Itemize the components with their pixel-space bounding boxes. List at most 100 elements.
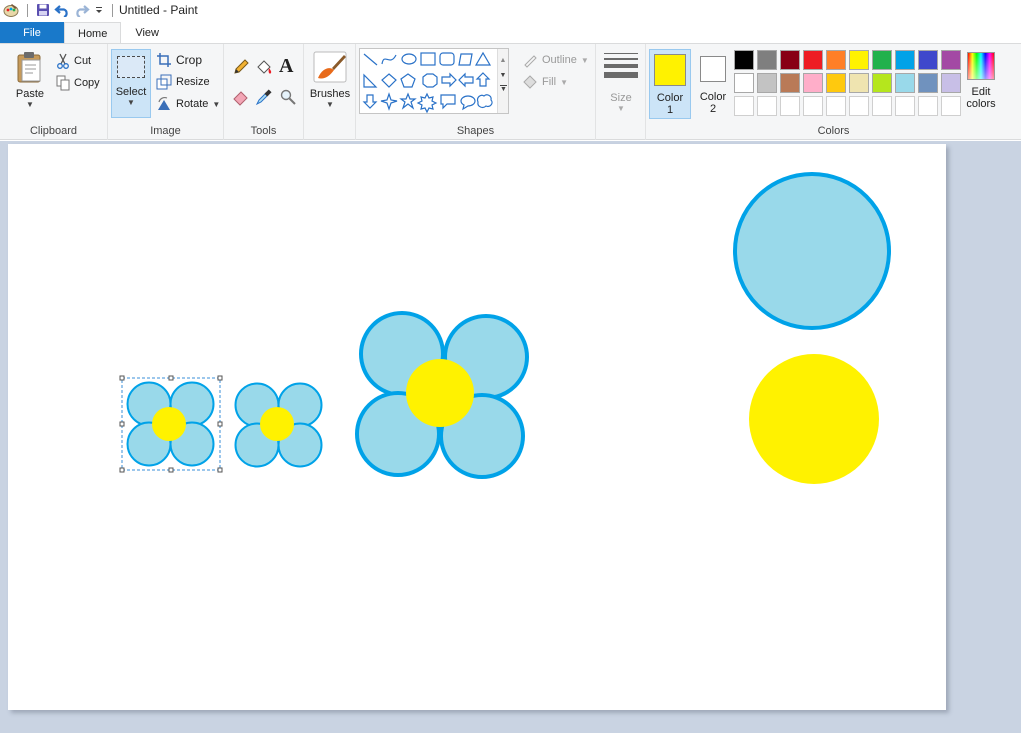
palette-swatch[interactable] [780,50,800,70]
fill-bucket-icon[interactable] [255,58,273,76]
color1-swatch [654,54,686,86]
color-picker-icon[interactable] [255,88,273,106]
edit-colors-button[interactable]: Edit colors [964,50,998,118]
undo-icon[interactable] [54,3,70,17]
brushes-label: Brushes [309,88,351,100]
color2-button[interactable]: Color 2 [693,49,733,119]
text-icon[interactable]: A [279,55,293,78]
title-bar: Untitled - Paint [0,0,1021,20]
palette-swatch[interactable] [872,50,892,70]
copy-button[interactable]: Copy [56,73,100,93]
shapes-scrollbar[interactable]: ▲ ▼ ▼ [497,49,508,113]
customize-dropdown-icon[interactable] [94,5,104,15]
shapes-expand-icon[interactable]: ▼ [500,85,507,93]
color1-label-line2: 1 [666,104,674,116]
redo-icon[interactable] [74,3,90,17]
brushes-button[interactable]: Brushes ▼ [308,50,352,118]
blue-circle [733,172,891,330]
crop-button[interactable]: Crop [156,50,202,70]
shapes-scroll-down-icon[interactable]: ▼ [498,72,508,79]
rotate-label: Rotate [176,98,209,110]
cut-button[interactable]: Cut [56,51,91,71]
palette-swatch[interactable] [734,73,754,93]
palette-swatch[interactable] [918,73,938,93]
palette-swatch[interactable] [941,73,961,93]
palette-custom-slot[interactable] [780,96,800,116]
palette-swatch[interactable] [849,73,869,93]
canvas-drawing [119,172,891,484]
brush-icon [313,51,347,83]
size-dropdown-icon: ▼ [617,104,625,113]
select-label: Select [115,86,147,98]
window-title: Untitled - Paint [119,3,198,17]
tab-home[interactable]: Home [64,22,122,44]
palette-swatch[interactable] [941,50,961,70]
scissors-icon [57,53,69,69]
magnifier-icon[interactable] [279,88,297,106]
palette-swatch[interactable] [780,73,800,93]
rotate-button[interactable]: Rotate ▼ [156,94,220,114]
cut-label: Cut [74,55,92,67]
fill-dropdown-icon: ▼ [560,77,568,87]
palette-swatch[interactable] [895,73,915,93]
rotate-icon [158,96,170,110]
palette-swatch[interactable] [849,50,869,70]
palette-custom-slot[interactable] [734,96,754,116]
palette-swatch[interactable] [757,50,777,70]
palette-custom-slot[interactable] [895,96,915,116]
shapes-gallery-icons [362,51,493,114]
brushes-group: Brushes ▼ [304,44,356,140]
copy-label: Copy [74,77,100,89]
tab-file[interactable]: File [0,22,64,44]
colors-group-label: Colors [817,125,850,137]
palette-swatch[interactable] [826,50,846,70]
palette-swatch[interactable] [803,50,823,70]
size-button[interactable]: Size ▼ [601,50,641,118]
pencil-icon[interactable] [232,58,250,76]
tools-group: A Tools [224,44,304,140]
resize-button[interactable]: Resize [156,72,210,92]
palette-custom-slot[interactable] [849,96,869,116]
palette-custom-slot[interactable] [826,96,846,116]
size-label: Size [610,92,632,104]
palette-custom-slot[interactable] [918,96,938,116]
image-group-label: Image [150,125,181,137]
resize-label: Resize [176,76,210,88]
palette-swatch[interactable] [826,73,846,93]
paste-icon [17,52,41,83]
brushes-dropdown-icon: ▼ [326,100,334,109]
flower-small-selected [126,381,215,467]
palette-swatch[interactable] [803,73,823,93]
palette-swatch[interactable] [895,50,915,70]
shapes-scroll-up-icon[interactable]: ▲ [498,57,508,64]
palette-custom-slot[interactable] [872,96,892,116]
paint-app-icon[interactable] [3,2,19,18]
palette-custom-slot[interactable] [803,96,823,116]
color1-label-line1: Color [656,92,684,104]
fill-button[interactable]: Fill ▼ [522,72,568,92]
workspace [0,141,1021,733]
flower-small [234,382,323,468]
outline-button[interactable]: Outline ▼ [522,50,589,70]
image-group: Select ▼ Crop Resize Rotate ▼ Image [108,44,224,140]
edit-colors-label-line2: colors [966,98,996,110]
color2-swatch [700,56,726,82]
size-group: Size ▼ [596,44,646,140]
drawing-canvas[interactable] [8,144,946,710]
eraser-icon[interactable] [232,88,250,106]
palette-swatch[interactable] [757,73,777,93]
palette-swatch[interactable] [872,73,892,93]
tab-view[interactable]: View [121,22,173,44]
save-icon[interactable] [36,3,50,17]
palette-custom-slot[interactable] [757,96,777,116]
select-dropdown-icon: ▼ [127,98,135,107]
outline-icon [524,55,537,68]
color1-button[interactable]: Color 1 [649,49,691,119]
paste-button[interactable]: Paste ▼ [8,50,52,118]
palette-swatch[interactable] [734,50,754,70]
shapes-gallery[interactable]: ▲ ▼ ▼ [359,48,509,114]
palette-swatch[interactable] [918,50,938,70]
palette-custom-slot[interactable] [941,96,961,116]
select-button[interactable]: Select ▼ [111,49,151,118]
paste-label: Paste [15,88,45,100]
